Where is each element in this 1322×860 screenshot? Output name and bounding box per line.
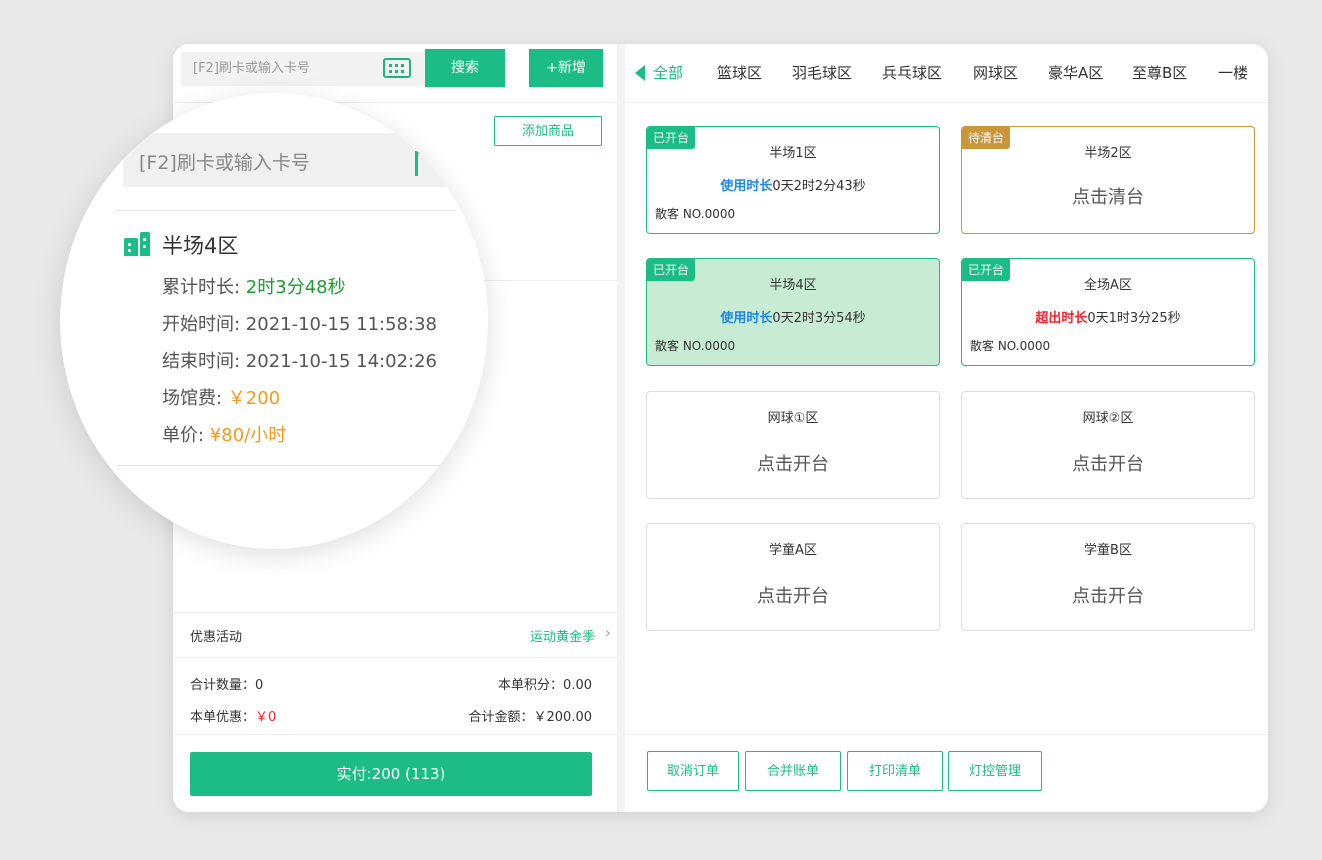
row-value: ￥200 — [227, 388, 281, 409]
action-bar: 取消订单 合并账单 打印清单 灯控管理 — [625, 734, 1268, 812]
duration-value: 0天1时3分25秒 — [1087, 311, 1181, 326]
order-discount-value: ￥0 — [255, 710, 277, 725]
duration: 超出时长0天1时3分25秒 — [962, 307, 1254, 326]
venue-name: 半场1区 — [769, 146, 817, 161]
open-table-action[interactable]: 点击开台 — [647, 450, 939, 476]
open-table-action[interactable]: 点击开台 — [962, 450, 1254, 476]
triangle-left-icon[interactable] — [635, 65, 645, 81]
venue-name: 学童A区 — [769, 543, 817, 558]
venue-panel: 全部 篮球区 羽毛球区 兵乓球区 网球区 豪华A区 至尊B区 一楼 已开台 半场… — [625, 44, 1268, 812]
keyboard-icon — [415, 151, 451, 176]
keyboard-icon[interactable] — [383, 58, 411, 78]
venue-card[interactable]: 网球①区 点击开台 — [646, 391, 940, 499]
venue-name: 网球①区 — [767, 411, 819, 426]
venue-title: 半场4区 — [162, 234, 239, 258]
duration-label: 超出时长 — [1035, 311, 1088, 326]
pay-button[interactable]: 实付:200 (113) — [190, 752, 592, 796]
tab-first-floor[interactable]: 一楼 — [1218, 62, 1248, 83]
summary-row-1: 合计数量：0 本单积分：0.00 — [190, 674, 592, 693]
light-control-button[interactable]: 灯控管理 — [948, 751, 1042, 791]
clear-table-action[interactable]: 点击清台 — [962, 183, 1254, 209]
venue-card[interactable]: 网球②区 点击开台 — [961, 391, 1255, 499]
end-time-row: 结束时间: 2021-10-15 14:02:26 — [162, 347, 437, 373]
building-icon — [124, 232, 150, 256]
row-label: 场馆费: — [162, 388, 228, 409]
duration-label: 使用时长 — [720, 311, 773, 326]
magnified-placeholder: [F2]刷卡或输入卡号 — [139, 152, 310, 174]
order-points: 本单积分：0.00 — [498, 678, 592, 693]
summary-row-2: 本单优惠：￥0 合计金额：￥200.00 — [190, 706, 592, 725]
duration: 使用时长0天2时2分43秒 — [647, 175, 939, 194]
cancel-order-button[interactable]: 取消订单 — [647, 751, 739, 791]
tab-supreme-b[interactable]: 至尊B区 — [1132, 62, 1187, 83]
venue-name: 半场4区 — [769, 278, 817, 293]
row-value: 2时3分48秒 — [245, 277, 346, 298]
duration-value: 0天2时2分43秒 — [772, 179, 866, 194]
search-button[interactable]: 搜索 — [425, 49, 505, 87]
tab-all[interactable]: 全部 — [653, 62, 683, 83]
venue-card[interactable]: 已开台 半场4区 使用时长0天2时3分54秒 散客 NO.0000 — [646, 258, 940, 366]
duration: 使用时长0天2时3分54秒 — [647, 307, 939, 326]
promo-value[interactable]: 运动黄金季 — [530, 626, 595, 645]
tab-basketball[interactable]: 篮球区 — [717, 62, 762, 83]
duration-value: 0天2时3分54秒 — [772, 311, 866, 326]
row-label: 累计时长: — [162, 277, 246, 298]
venue-fee-row: 场馆费: ￥200 — [162, 384, 280, 410]
venue-card[interactable]: 已开台 全场A区 超出时长0天1时3分25秒 散客 NO.0000 — [961, 258, 1255, 366]
customer: 散客 NO.0000 — [970, 339, 1051, 353]
customer: 散客 NO.0000 — [655, 339, 736, 353]
divider — [116, 210, 456, 211]
area-tabs: 全部 篮球区 羽毛球区 兵乓球区 网球区 豪华A区 至尊B区 一楼 — [625, 44, 1268, 103]
divider — [116, 465, 456, 466]
venue-name: 全场A区 — [1084, 278, 1132, 293]
open-table-action[interactable]: 点击开台 — [647, 582, 939, 608]
panel-divider — [617, 44, 625, 812]
promo-row[interactable]: 优惠活动 运动黄金季 › — [173, 612, 617, 658]
venue-name: 半场2区 — [1084, 146, 1132, 161]
start-time-row: 开始时间: 2021-10-15 11:58:38 — [162, 310, 437, 336]
venue-card[interactable]: 学童A区 点击开台 — [646, 523, 940, 631]
row-label: 单价: — [162, 425, 210, 446]
row-value: ¥80/小时 — [209, 425, 287, 446]
merge-bill-button[interactable]: 合并账单 — [745, 751, 841, 791]
row-label: 开始时间: — [162, 314, 246, 335]
search-bar: [F2]刷卡或输入卡号 搜索 +新增 — [173, 44, 617, 103]
divider — [173, 734, 617, 735]
magnifier-callout: [F2]刷卡或输入卡号 半场4区 累计时长: 2时3分48秒 开始时间: 202… — [60, 93, 488, 549]
order-discount-label: 本单优惠： — [190, 710, 256, 725]
row-value: 2021-10-15 14:02:26 — [245, 351, 437, 372]
tab-badminton[interactable]: 羽毛球区 — [792, 62, 852, 83]
total-duration-row: 累计时长: 2时3分48秒 — [162, 273, 346, 299]
venue-card[interactable]: 已开台 半场1区 使用时长0天2时2分43秒 散客 NO.0000 — [646, 126, 940, 234]
tab-luxury-a[interactable]: 豪华A区 — [1048, 62, 1103, 83]
venue-card[interactable]: 学童B区 点击开台 — [961, 523, 1255, 631]
total-amount: 合计金额：￥200.00 — [468, 710, 593, 725]
venue-name: 学童B区 — [1084, 543, 1132, 558]
chevron-right-icon[interactable]: › — [605, 623, 611, 642]
promo-label: 优惠活动 — [190, 630, 243, 645]
duration-label: 使用时长 — [720, 179, 773, 194]
venue-name: 网球②区 — [1082, 411, 1134, 426]
magnified-search-input: [F2]刷卡或输入卡号 — [123, 133, 463, 187]
unit-price-row: 单价: ¥80/小时 — [162, 421, 286, 447]
tab-tennis[interactable]: 网球区 — [973, 62, 1018, 83]
print-list-button[interactable]: 打印清单 — [847, 751, 943, 791]
add-product-button[interactable]: 添加商品 — [494, 116, 602, 146]
total-quantity: 合计数量：0 — [190, 678, 264, 693]
venue-card[interactable]: 待清台 半场2区 点击清台 — [961, 126, 1255, 234]
tab-pingpong[interactable]: 兵乓球区 — [882, 62, 942, 83]
row-value: 2021-10-15 11:58:38 — [245, 314, 437, 335]
add-new-button[interactable]: +新增 — [529, 49, 603, 87]
customer: 散客 NO.0000 — [655, 207, 736, 221]
open-table-action[interactable]: 点击开台 — [962, 582, 1254, 608]
row-label: 结束时间: — [162, 351, 246, 372]
